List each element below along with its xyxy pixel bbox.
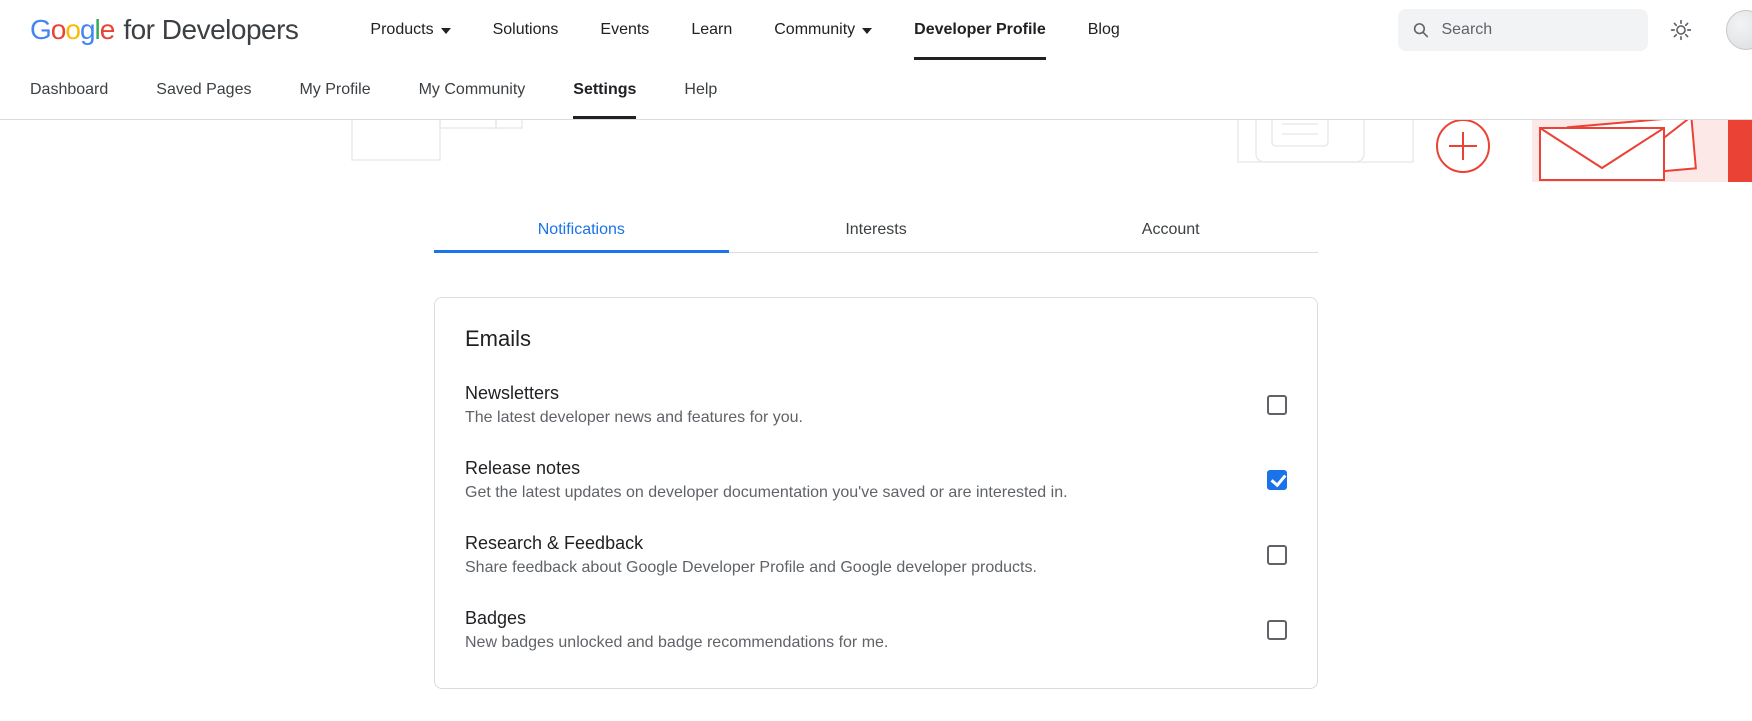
email-description: Get the latest updates on developer docu… [465,481,1068,504]
tab-account[interactable]: Account [1023,208,1318,252]
search-box[interactable] [1398,9,1648,51]
emails-card: Emails Newsletters The latest developer … [434,297,1318,689]
email-texts: Badges New badges unlocked and badge rec… [465,605,888,654]
nav-item-community[interactable]: Community [774,0,872,60]
nav-item-products[interactable]: Products [370,0,450,60]
nav-item-developer-profile[interactable]: Developer Profile [914,0,1046,60]
settings-tabs: Notifications Interests Account [434,208,1318,253]
email-title: Newsletters [465,380,803,406]
badges-checkbox[interactable] [1267,620,1287,640]
email-description: New badges unlocked and badge recommenda… [465,631,888,654]
nav-item-label: Learn [691,21,732,39]
email-row-badges: Badges New badges unlocked and badge rec… [465,605,1287,654]
theme-toggle-button[interactable] [1670,19,1692,41]
email-texts: Newsletters The latest developer news an… [465,380,803,429]
email-texts: Research & Feedback Share feedback about… [465,530,1037,579]
nav-item-label: Events [600,21,649,39]
profile-subnav: Dashboard Saved Pages My Profile My Comm… [0,60,1752,120]
nav-item-solutions[interactable]: Solutions [493,0,559,60]
banner [0,120,1752,182]
grid-wireframe-left [352,120,602,160]
subnav-item-saved-pages[interactable]: Saved Pages [156,60,251,119]
chevron-down-icon [441,28,451,34]
light-mode-icon [1670,19,1692,41]
email-description: The latest developer news and features f… [465,406,803,429]
nav-item-label: Products [370,21,433,39]
subnav-item-dashboard[interactable]: Dashboard [30,60,108,119]
search-icon [1412,20,1429,40]
email-description: Share feedback about Google Developer Pr… [465,556,1037,579]
main-nav: Products Solutions Events Learn Communit… [370,0,1119,60]
emails-section-title: Emails [465,326,1287,352]
nav-item-label: Solutions [493,21,559,39]
top-header: Google for Developers Products Solutions… [0,0,1752,60]
chevron-down-icon [862,28,872,34]
nav-item-events[interactable]: Events [600,0,649,60]
release-notes-checkbox[interactable] [1267,470,1287,490]
email-title: Release notes [465,455,1068,481]
subnav-item-help[interactable]: Help [684,60,717,119]
nav-item-label: Blog [1088,21,1120,39]
banner-illustration [0,120,1752,182]
email-texts: Release notes Get the latest updates on … [465,455,1068,504]
envelope-illustration [1532,120,1752,182]
research-feedback-checkbox[interactable] [1267,545,1287,565]
red-stripe [1728,120,1752,182]
header-right [1398,0,1752,60]
card-wireframe-right [1238,120,1413,162]
google-logo-text: Google [30,14,114,46]
nav-item-blog[interactable]: Blog [1088,0,1120,60]
nav-item-learn[interactable]: Learn [691,0,732,60]
tab-notifications[interactable]: Notifications [434,208,729,252]
tab-interests[interactable]: Interests [729,208,1024,252]
email-row-newsletters: Newsletters The latest developer news an… [465,380,1287,429]
email-row-release-notes: Release notes Get the latest updates on … [465,455,1287,504]
email-title: Research & Feedback [465,530,1037,556]
nav-item-label: Developer Profile [914,21,1046,39]
subnav-item-my-profile[interactable]: My Profile [299,60,370,119]
add-circle-icon [1437,120,1489,172]
settings-content: Notifications Interests Account Emails N… [434,208,1318,689]
nav-item-label: Community [774,21,855,39]
google-developers-logo[interactable]: Google for Developers [30,14,298,46]
email-row-research-feedback: Research & Feedback Share feedback about… [465,530,1287,579]
subnav-item-my-community[interactable]: My Community [419,60,526,119]
search-input[interactable] [1439,20,1634,40]
subnav-item-settings[interactable]: Settings [573,60,636,119]
email-title: Badges [465,605,888,631]
logo-suffix: for Developers [123,14,298,46]
newsletters-checkbox[interactable] [1267,395,1287,415]
